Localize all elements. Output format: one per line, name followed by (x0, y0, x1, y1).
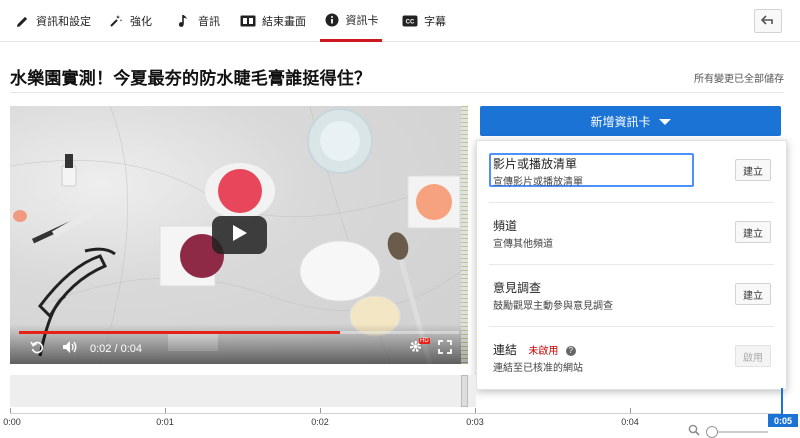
replay-icon[interactable] (30, 340, 44, 357)
zoom-slider-knob[interactable] (706, 426, 718, 438)
card-type-desc: 鼓勵觀眾主動參與意見調查 (493, 301, 613, 312)
help-icon[interactable]: ? (565, 345, 576, 356)
card-type-title: 影片或播放清單 (493, 157, 578, 171)
cc-icon: CC (402, 13, 418, 29)
current-time: 0:02 (90, 343, 112, 355)
timeline-tick (10, 408, 11, 413)
card-type-desc: 宣傳其他頻道 (493, 239, 553, 250)
timeline-tick-label: 0:03 (466, 417, 484, 427)
timeline-drag-handle[interactable] (461, 375, 468, 407)
tab-label: 資訊卡 (345, 14, 379, 27)
card-type-desc: 宣傳影片或播放清單 (493, 177, 583, 188)
duration: 0:04 (120, 343, 143, 355)
tab-label: 強化 (130, 16, 152, 28)
tab-label: 字幕 (424, 16, 446, 28)
music-note-icon (176, 13, 192, 29)
zoom-slider[interactable] (706, 426, 768, 438)
title-divider (10, 92, 784, 93)
tab-cards[interactable]: 資訊卡 (320, 0, 382, 42)
video-title: 水樂園實測！今夏最夯的防水睫毛膏誰挺得住？ (10, 69, 372, 88)
tab-label: 資訊和設定 (36, 16, 91, 28)
progress-fill (19, 331, 341, 334)
tab-label: 結束畫面 (262, 16, 306, 28)
timeline-tick-label: 0:01 (156, 417, 174, 427)
card-type-channel[interactable]: 頻道 宣傳其他頻道 建立 (489, 203, 774, 265)
player-controls: 0:02 / 0:04 HD (10, 324, 468, 364)
tab-end-screen[interactable]: 結束畫面 (240, 0, 306, 42)
card-type-menu: 影片或播放清單 宣傳影片或播放清單 建立 頻道 宣傳其他頻道 建立 意見調查 鼓… (476, 140, 787, 390)
timeline-zoom (688, 423, 768, 438)
create-poll-card-button[interactable]: 建立 (735, 283, 771, 305)
disabled-badge: 未啟用 (528, 346, 559, 357)
editor-tabbar: 資訊和設定 強化 音訊 結束畫面 資訊卡 CC 字幕 (0, 0, 800, 42)
caret-down-icon (658, 119, 671, 125)
timeline-tick-label: 0:00 (3, 417, 21, 427)
tab-enhancements[interactable]: 強化 (108, 0, 152, 42)
video-player[interactable]: 0:02 / 0:04 HD (10, 106, 468, 364)
timeline-tick-label: 0:02 (311, 417, 329, 427)
undo-button[interactable] (754, 9, 782, 33)
card-type-link[interactable]: 連結 未啟用 ? 連結至已核准的網站 啟用 (489, 327, 774, 389)
card-type-poll[interactable]: 意見調查 鼓勵觀眾主動參與意見調查 建立 (489, 265, 774, 327)
timeline-tick-label: 0:04 (621, 417, 639, 427)
tab-info-settings[interactable]: 資訊和設定 (14, 0, 91, 42)
tab-subtitles[interactable]: CC 字幕 (402, 0, 446, 42)
add-card-button[interactable]: 新增資訊卡 (480, 106, 781, 136)
card-type-video-playlist[interactable]: 影片或播放清單 宣傳影片或播放清單 建立 (489, 141, 774, 203)
undo-arrow-icon (760, 12, 775, 30)
timeline-tick (165, 408, 166, 413)
timeline-tick (475, 408, 476, 413)
timeline-track[interactable] (10, 375, 476, 407)
pencil-icon (14, 13, 30, 29)
play-icon (232, 224, 248, 247)
card-type-title: 頻道 (493, 219, 518, 233)
progress-bar[interactable] (19, 331, 459, 334)
timeline-axis (10, 413, 782, 414)
card-type-desc: 連結至已核准的網站 (493, 363, 583, 374)
card-type-title: 連結 (493, 343, 518, 357)
video-edge-strip (461, 106, 468, 364)
card-type-title-row: 連結 未啟用 ? (493, 341, 576, 358)
svg-text:CC: CC (406, 20, 415, 26)
tab-label: 音訊 (198, 16, 220, 28)
playhead-time-label: 0:05 (768, 414, 798, 427)
create-channel-card-button[interactable]: 建立 (735, 221, 771, 243)
hd-badge: HD (419, 338, 430, 344)
enable-link-card-button[interactable]: 啟用 (735, 345, 771, 367)
timeline-tick (320, 408, 321, 413)
fullscreen-icon[interactable] (438, 340, 452, 357)
time-display: 0:02 / 0:04 (90, 343, 142, 355)
save-status: 所有變更已全部儲存 (694, 74, 784, 85)
create-video-card-button[interactable]: 建立 (735, 159, 771, 181)
zoom-magnifier-icon (688, 423, 700, 438)
card-type-title: 意見調查 (493, 281, 542, 295)
volume-icon[interactable] (62, 340, 78, 357)
magic-wand-icon (108, 13, 124, 29)
end-screen-icon (240, 13, 256, 29)
add-card-label: 新增資訊卡 (590, 114, 651, 129)
timeline-tick (630, 408, 631, 413)
info-icon (324, 12, 340, 28)
tab-audio[interactable]: 音訊 (176, 0, 220, 42)
play-button[interactable] (212, 216, 267, 254)
timeline-playhead[interactable] (781, 388, 783, 416)
